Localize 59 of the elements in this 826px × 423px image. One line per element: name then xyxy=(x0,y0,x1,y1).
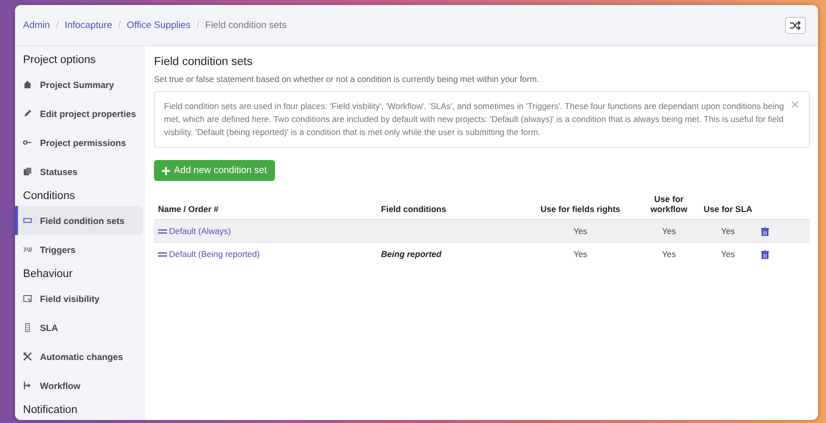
sidebar-item[interactable]: Field visibility xyxy=(15,284,143,313)
pencil-icon xyxy=(23,109,32,118)
sidebar-item[interactable]: Edit project properties xyxy=(15,99,143,128)
stack-icon xyxy=(23,167,32,176)
breadcrumb-separator: / xyxy=(118,20,121,30)
sidebar-heading: Project options xyxy=(22,53,97,68)
table-cell: Yes xyxy=(639,242,698,265)
table-row[interactable]: Default (Always) Yes Yes Yes xyxy=(154,220,810,242)
plus-icon xyxy=(162,166,170,174)
sidebar-heading: Notification xyxy=(22,403,78,418)
table-cell: Yes xyxy=(521,242,640,265)
sidebar-heading: Behaviour xyxy=(22,267,74,282)
flow-icon xyxy=(23,381,32,390)
breadcrumb-link[interactable]: Admin xyxy=(23,20,50,30)
sidebar-item[interactable]: Field condition sets xyxy=(15,206,143,235)
column-header: Use for SLA xyxy=(698,189,758,220)
meter-icon xyxy=(23,323,32,332)
delete-button[interactable] xyxy=(761,250,770,258)
sidebar-item[interactable]: Project permissions xyxy=(15,128,143,157)
trash-icon xyxy=(761,226,770,236)
page-subtitle: Set true or false statement based on whether or not a condition is currently being met within your form. xyxy=(154,74,540,84)
window-icon xyxy=(23,294,32,303)
breadcrumb-separator: / xyxy=(56,20,59,30)
trigger-icon xyxy=(23,245,32,254)
table-cell: Yes xyxy=(521,220,640,242)
sidebar-item[interactable]: Triggers xyxy=(15,235,143,264)
shuffle-button[interactable] xyxy=(785,16,806,34)
column-header: Name / Order # xyxy=(154,189,378,220)
sidebar-item[interactable]: Automatic changes xyxy=(15,342,143,371)
sidebar-item[interactable]: Project Summary xyxy=(15,70,143,99)
notice-text: Field condition sets are used in four places: 'Field visbility', 'Workflow', 'SLAs', and sometimes in 'Triggers'. These four functions are dependant upon conditions being met, which are defined here. Two conditions are included by default with new projects: 'Default (always)' is a condition that is always being met. This is useful for field visbility. 'Default (being reported)' is a condition that is met only while the user is submitting the form. xyxy=(164,101,784,137)
breadcrumb-current: Field condition sets xyxy=(205,20,286,30)
table-cell: Yes xyxy=(698,242,758,265)
condition-set-link[interactable]: Default (Always) xyxy=(158,226,231,236)
shuffle-icon xyxy=(790,20,801,30)
condition-set-link[interactable]: Default (Being reported) xyxy=(158,249,260,260)
home-icon xyxy=(23,80,32,89)
sidebar-item[interactable]: SLA xyxy=(15,313,143,342)
drag-handle-icon[interactable] xyxy=(158,228,167,234)
breadcrumb-link[interactable]: Infocapture xyxy=(64,20,112,30)
drag-handle-icon[interactable] xyxy=(158,252,167,257)
sidebar-item[interactable]: Statuses xyxy=(15,157,143,186)
column-header: Field conditions xyxy=(377,189,522,220)
trash-icon xyxy=(761,250,770,258)
table-row[interactable]: Default (Being reported) Being reported Yes Yes Yes xyxy=(154,242,810,265)
column-header: Use for workflow xyxy=(639,189,698,220)
column-header: Use for fields rights xyxy=(521,189,640,220)
sidebar-heading: Conditions xyxy=(22,189,76,204)
breadcrumb-link[interactable]: Office Supplies xyxy=(126,20,190,30)
table-cell: Yes xyxy=(698,220,758,242)
table-cell: Yes xyxy=(639,220,698,242)
breadcrumb-separator: / xyxy=(196,20,200,30)
page-title: Field condition sets xyxy=(154,56,254,68)
rectangle-icon xyxy=(23,216,32,225)
field-condition-text: Being reported xyxy=(381,249,442,259)
sidebar-item[interactable]: Workflow xyxy=(15,371,143,400)
tools-icon xyxy=(23,352,32,361)
key-icon xyxy=(23,138,32,147)
delete-button[interactable] xyxy=(761,226,770,236)
